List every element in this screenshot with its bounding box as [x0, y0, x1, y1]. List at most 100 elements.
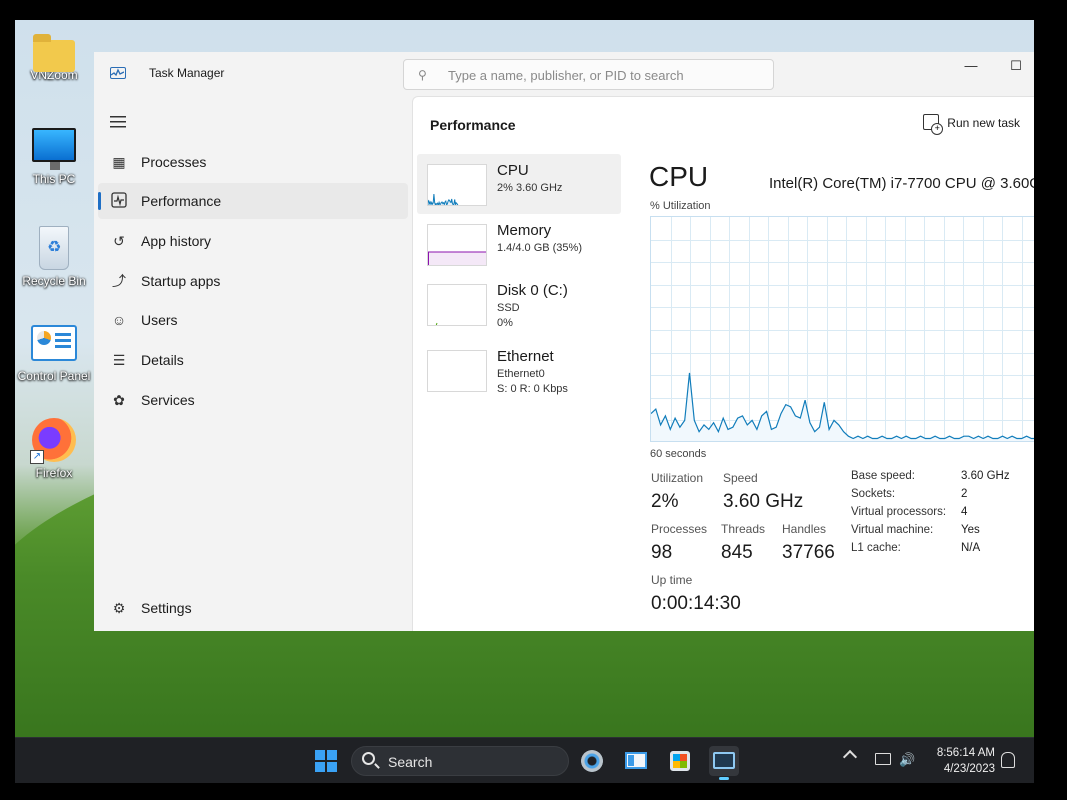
shortcut-arrow-icon: ↗ [30, 450, 44, 464]
stat-threads: Threads 845 [721, 522, 765, 564]
sidebar-item-startup-apps[interactable]: ⤴ Startup apps [98, 263, 408, 299]
spec-label: Virtual machine: [851, 524, 934, 536]
graph-label: % Utilization [650, 200, 711, 212]
page-title: Performance [430, 117, 516, 133]
stat-speed: Speed 3.60 GHz [723, 471, 803, 513]
stat-handles: Handles 37766 [782, 522, 835, 564]
details-icon: ☰ [112, 352, 126, 368]
sidebar-item-users[interactable]: ☺ Users [98, 302, 408, 338]
stat-value: 0:00:14:30 [651, 593, 741, 614]
hamburger-menu-icon[interactable] [110, 116, 126, 128]
desktop-icon-label: Control Panel [17, 369, 91, 383]
resource-name: CPU [497, 162, 529, 179]
resource-detail: 2% 3.60 GHz [497, 182, 563, 194]
taskbar-file-explorer-app[interactable] [621, 746, 651, 776]
stat-value: 3.60 GHz [723, 491, 804, 512]
taskbar: Search 🔊 8:56:14 AM 4/23/2023 [15, 737, 1034, 783]
cpu-model: Intel(R) Core(TM) i7-7700 CPU @ 3.60GHz [769, 175, 1034, 192]
stat-value: 845 [721, 542, 753, 563]
control-panel-icon [31, 325, 77, 361]
cpu-utilization-svg [651, 217, 1034, 441]
stat-uptime: Up time 0:00:14:30 [651, 573, 741, 615]
clock-time: 8:56:14 AM [936, 747, 995, 759]
desktop-icon-label: This PC [32, 172, 76, 186]
spec-virtual-processors: Virtual processors: 4 [851, 506, 1034, 522]
sidebar-item-settings[interactable]: ⚙ Settings [98, 590, 408, 626]
minimize-button[interactable]: — [956, 58, 986, 78]
sidebar-item-label: Processes [141, 154, 207, 170]
task-manager-app-icon [110, 67, 126, 79]
sidebar-item-performance[interactable]: Performance [98, 183, 408, 219]
title-bar[interactable]: Task Manager ⚲ — ☐ [94, 52, 1034, 96]
taskbar-settings-app[interactable] [577, 746, 607, 776]
network-icon[interactable] [875, 753, 891, 765]
start-button-icon[interactable] [315, 750, 337, 772]
sidebar-item-app-history[interactable]: ↺ App history [98, 223, 408, 259]
chevron-up-icon[interactable] [842, 749, 858, 765]
desktop-icon-vnzoom[interactable]: VNZoom [15, 32, 93, 82]
desktop-icon-label: Recycle Bin [22, 274, 86, 288]
disk-thumbnail-graph [427, 284, 487, 326]
graph-time-caption: 60 seconds [650, 448, 707, 460]
resource-item-ethernet[interactable]: Ethernet Ethernet0 S: 0 R: 0 Kbps [417, 340, 621, 400]
spec-label: Sockets: [851, 488, 896, 500]
stat-value: 98 [651, 542, 673, 563]
resource-detail: SSD [497, 302, 520, 314]
spec-value: 3.60 GHz [961, 470, 1010, 482]
stat-label: Utilization [651, 471, 704, 485]
notification-bell-icon[interactable] [1001, 752, 1015, 768]
resource-item-cpu[interactable]: CPU 2% 3.60 GHz [417, 154, 621, 214]
gear-icon: ⚙ [112, 600, 126, 616]
search-box[interactable]: ⚲ [403, 59, 774, 90]
memory-thumbnail-graph [427, 224, 487, 266]
resource-item-disk[interactable]: Disk 0 (C:) SSD 0% [417, 274, 621, 334]
system-clock[interactable]: 8:56:14 AM 4/23/2023 [915, 745, 995, 777]
folder-icon [33, 34, 75, 72]
spec-base-speed: Base speed: 3.60 GHz [851, 470, 1034, 486]
stat-value: 2% [651, 491, 679, 512]
desktop-icon-recycle-bin[interactable]: ♻ Recycle Bin [15, 226, 93, 288]
taskbar-task-manager-app[interactable] [709, 746, 739, 780]
desktop-icon-control-panel[interactable]: Control Panel [15, 325, 93, 383]
desktop-icon-this-pc[interactable]: This PC [15, 128, 93, 186]
file-explorer-icon [625, 752, 647, 769]
volume-icon[interactable]: 🔊 [899, 752, 915, 768]
taskbar-search[interactable]: Search [351, 746, 569, 776]
spec-label: L1 cache: [851, 542, 901, 554]
maximize-button[interactable]: ☐ [1001, 58, 1031, 78]
window-title: Task Manager [149, 66, 225, 80]
stat-label: Speed [723, 471, 758, 485]
desktop-icon-firefox[interactable]: ↗ Firefox [15, 418, 93, 480]
computer-icon [32, 128, 76, 170]
run-new-task-button[interactable]: Run new task [923, 114, 1020, 135]
cpu-utilization-graph [650, 216, 1034, 442]
resource-detail: 0% [497, 317, 513, 329]
sidebar-item-services[interactable]: ✿ Services [98, 382, 408, 418]
sidebar-item-label: Startup apps [141, 273, 221, 289]
processes-icon: ▦ [112, 154, 126, 170]
cpu-thumbnail-svg [428, 193, 459, 205]
resource-item-memory[interactable]: Memory 1.4/4.0 GB (35%) [417, 214, 621, 274]
taskbar-store-app[interactable] [665, 746, 695, 776]
settings-gear-icon [581, 750, 603, 772]
sidebar-item-label: Users [141, 312, 178, 328]
disk-thumbnail-svg [435, 322, 438, 325]
resource-name: Ethernet [497, 348, 554, 365]
sidebar-item-details[interactable]: ☰ Details [98, 342, 408, 378]
sidebar-item-label: Settings [141, 600, 192, 616]
stat-processes: Processes 98 [651, 522, 707, 564]
main-panel: Performance Run new task CPU 2% 3.60 GHz… [412, 96, 1034, 631]
sidebar-item-processes[interactable]: ▦ Processes [98, 144, 408, 180]
spec-label: Base speed: [851, 470, 915, 482]
taskbar-search-label: Search [388, 754, 433, 770]
resource-detail: 1.4/4.0 GB (35%) [497, 242, 582, 254]
search-icon: ⚲ [418, 68, 427, 82]
sidebar-item-label: Services [141, 392, 195, 408]
memory-thumbnail-svg [428, 251, 486, 265]
spec-value: Yes [961, 524, 980, 536]
spec-value: 2 [961, 488, 968, 500]
search-input[interactable] [448, 66, 748, 84]
detail-title: CPU [649, 161, 709, 192]
spec-value: 4 [961, 506, 968, 518]
cpu-usage-area [651, 372, 1034, 441]
